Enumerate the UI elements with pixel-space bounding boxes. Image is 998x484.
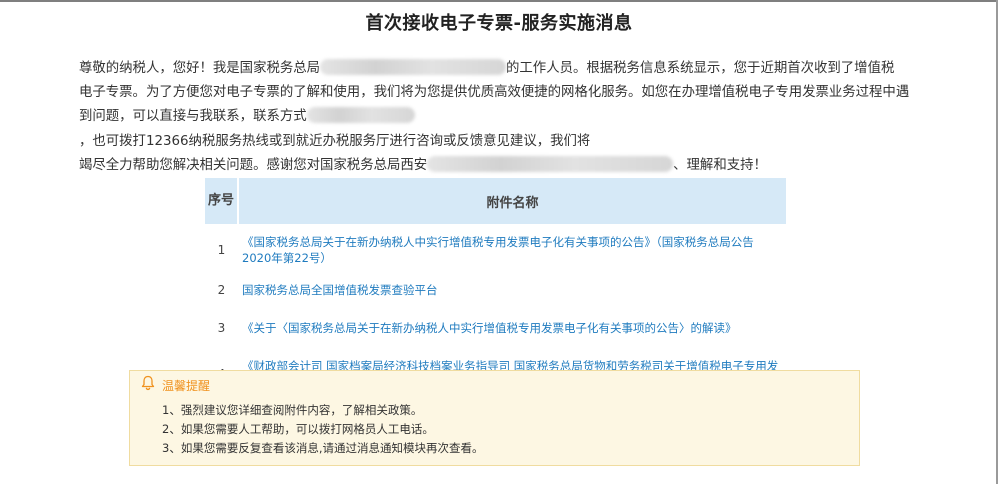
redacted-office-name — [320, 59, 507, 75]
attachment-link[interactable]: 国家税务总局全国增值税发票查验平台 — [238, 274, 786, 306]
table-row: 1 《国家税务总局关于在新办纳税人中实行增值税专用发票电子化有关事项的公告》（国… — [205, 225, 786, 274]
page-title: 首次接收电子专票-服务实施消息 — [365, 13, 633, 34]
row-number: 1 — [217, 243, 226, 257]
header-seq: 序号 — [205, 178, 239, 226]
row-number: 2 — [217, 283, 226, 297]
reminder-list: 1、强烈建议您详细查阅附件内容，了解相关政策。 2、如果您需要人工帮助，可以拨打… — [162, 401, 483, 458]
list-item: 2、如果您需要人工帮助，可以拨打网格员人工电话。 — [162, 422, 434, 436]
message-body: 尊敬的纳税人，您好！我是国家税务总局 的工作人员。根据税务信息系统显示，您于近期首… — [79, 57, 924, 178]
header-attachment-name: 附件名称 — [238, 178, 786, 226]
message-line2: 电子专票。为了方便您对电子专票的了解和使用，我们将为您提供优质高效便捷的网格化服… — [79, 85, 910, 101]
message-line3-a: 到问题，可以直接与我联系，联系方式 — [79, 109, 307, 125]
attachment-link[interactable]: 《国家税务总局关于在新办纳税人中实行增值税专用发票电子化有关事项的公告》（国家税… — [238, 225, 786, 274]
redacted-contact-number — [306, 107, 415, 124]
message-line4-a: 竭尽全力帮助您解决相关问题。感谢您对国家税务总局西安 — [79, 157, 428, 173]
message-line1-b: 的工作人员。根据税务信息系统显示，您于近期首次收到了增值税 — [506, 61, 895, 76]
list-item: 3、如果您需要反复查看该消息,请通过消息通知模块再次查看。 — [162, 441, 484, 455]
window-top-border — [0, 0, 998, 2]
message-line1-a: 尊敬的纳税人，您好！我是国家税务总局 — [79, 61, 321, 76]
reminder-header: 温馨提醒 — [140, 375, 211, 395]
redacted-office-name-2 — [427, 155, 674, 172]
reminder-box: 温馨提醒 1、强烈建议您详细查阅附件内容，了解相关政策。 2、如果您需要人工帮助… — [129, 370, 860, 466]
table-row: 3 《关于〈国家税务总局关于在新办纳税人中实行增值税专用发票电子化有关事项的公告… — [205, 306, 786, 350]
message-line4-b: 、理解和支持！ — [673, 157, 767, 173]
attachment-link[interactable]: 《关于〈国家税务总局关于在新办纳税人中实行增值税专用发票电子化有关事项的公告〉的… — [238, 306, 786, 350]
list-item: 1、强烈建议您详细查阅附件内容，了解相关政策。 — [162, 403, 423, 417]
row-number: 3 — [217, 321, 226, 335]
bell-icon — [140, 375, 156, 395]
message-line3-b: ，也可拨打12366纳税服务热线或到就近办税服务厅进行咨询或反馈意见建议，我们将 — [79, 133, 591, 149]
attachments-table: 序号 附件名称 1 《国家税务总局关于在新办纳税人中实行增值税专用发票电子化有关… — [205, 178, 786, 398]
reminder-title: 温馨提醒 — [162, 378, 211, 393]
table-row: 2 国家税务总局全国增值税发票查验平台 — [205, 274, 786, 306]
attachments-header-row: 序号 附件名称 — [205, 178, 786, 226]
